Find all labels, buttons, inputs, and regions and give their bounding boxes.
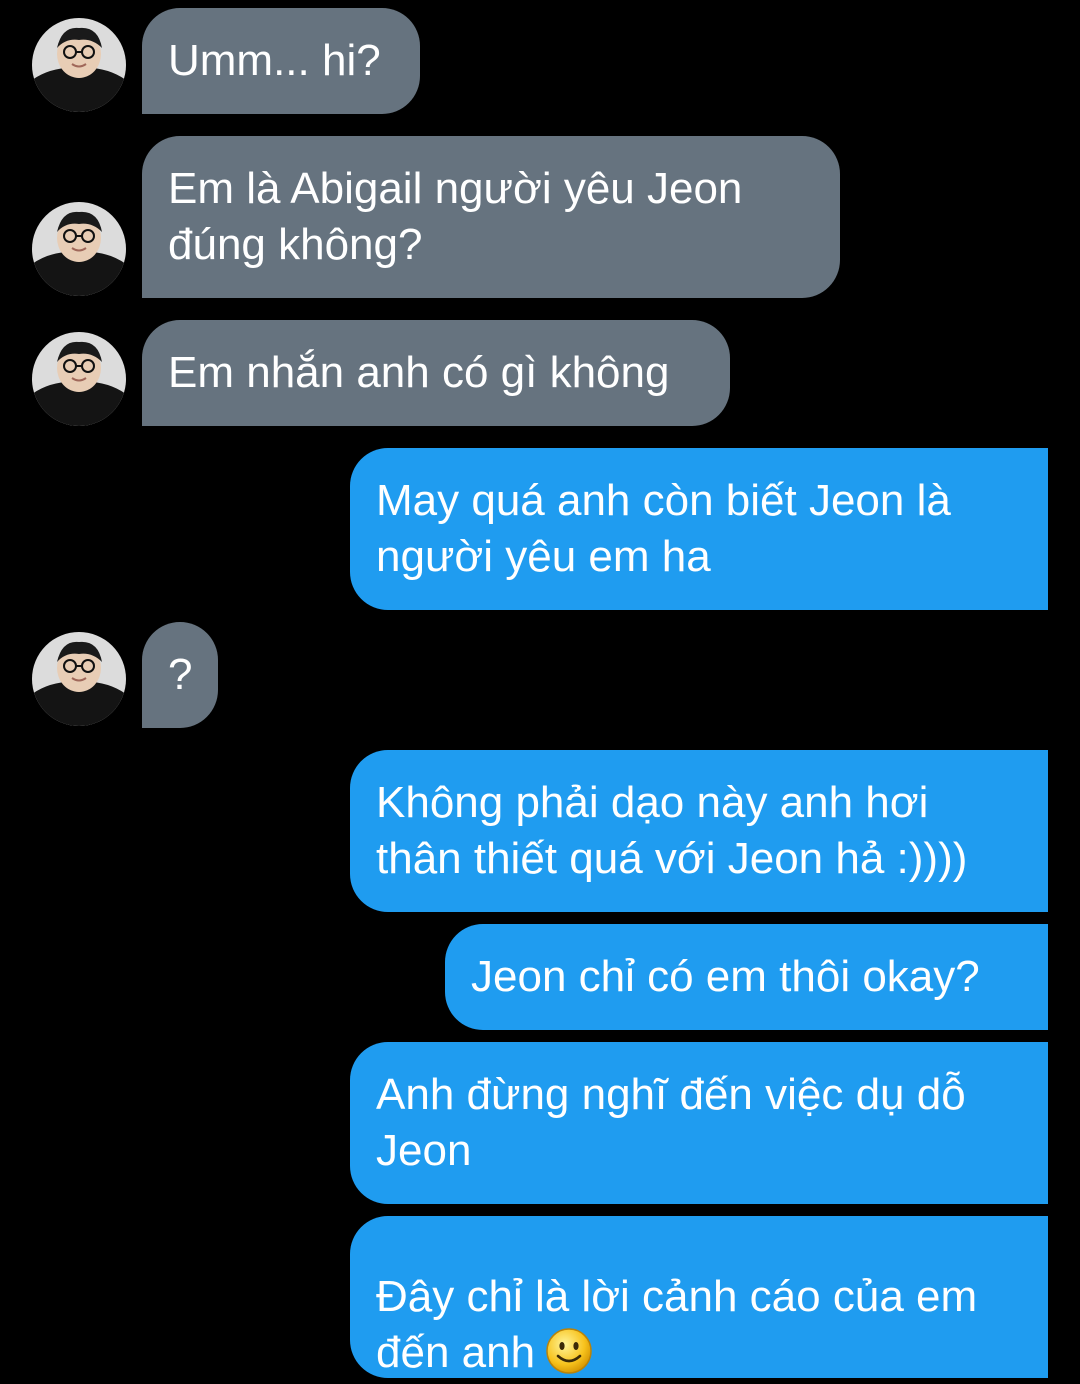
contact-avatar[interactable] [32,332,126,426]
avatar-image [32,332,126,426]
message-bubble-incoming[interactable]: Em là Abigail người yêu Jeon đúng không? [142,136,840,298]
message-text: Không phải dạo này anh hơi thân thiết qu… [376,778,968,883]
contact-avatar[interactable] [32,632,126,726]
smiley-emoji-icon [545,1327,593,1375]
avatar-image [32,202,126,296]
message-bubble-incoming[interactable]: Umm... hi? [142,8,420,114]
message-text: Umm... hi? [168,36,381,85]
message-bubble-outgoing[interactable]: Jeon chỉ có em thôi okay? [445,924,1048,1030]
avatar-image [32,18,126,112]
contact-avatar[interactable] [32,18,126,112]
message-bubble-outgoing[interactable]: May quá anh còn biết Jeon là người yêu e… [350,448,1048,610]
message-text-wrap: Đây chỉ là lời cảnh cáo của em đến anh [376,1213,977,1381]
message-bubble-incoming[interactable]: ? [142,622,218,728]
message-bubble-outgoing[interactable]: Đây chỉ là lời cảnh cáo của em đến anh [350,1216,1048,1378]
avatar-image [32,632,126,726]
contact-avatar[interactable] [32,202,126,296]
message-text: ? [168,650,193,699]
message-text: Đây chỉ là lời cảnh cáo của em đến anh [376,1272,978,1377]
message-text: Em là Abigail người yêu Jeon đúng không? [168,164,743,269]
message-text: Jeon chỉ có em thôi okay? [471,952,980,1001]
message-bubble-outgoing[interactable]: Không phải dạo này anh hơi thân thiết qu… [350,750,1048,912]
message-bubble-incoming[interactable]: Em nhắn anh có gì không [142,320,730,426]
message-text: May quá anh còn biết Jeon là người yêu e… [376,476,951,581]
message-text: Em nhắn anh có gì không [168,348,670,397]
message-text: Anh đừng nghĩ đến việc dụ dỗ Jeon [376,1070,966,1175]
message-bubble-outgoing[interactable]: Anh đừng nghĩ đến việc dụ dỗ Jeon [350,1042,1048,1204]
